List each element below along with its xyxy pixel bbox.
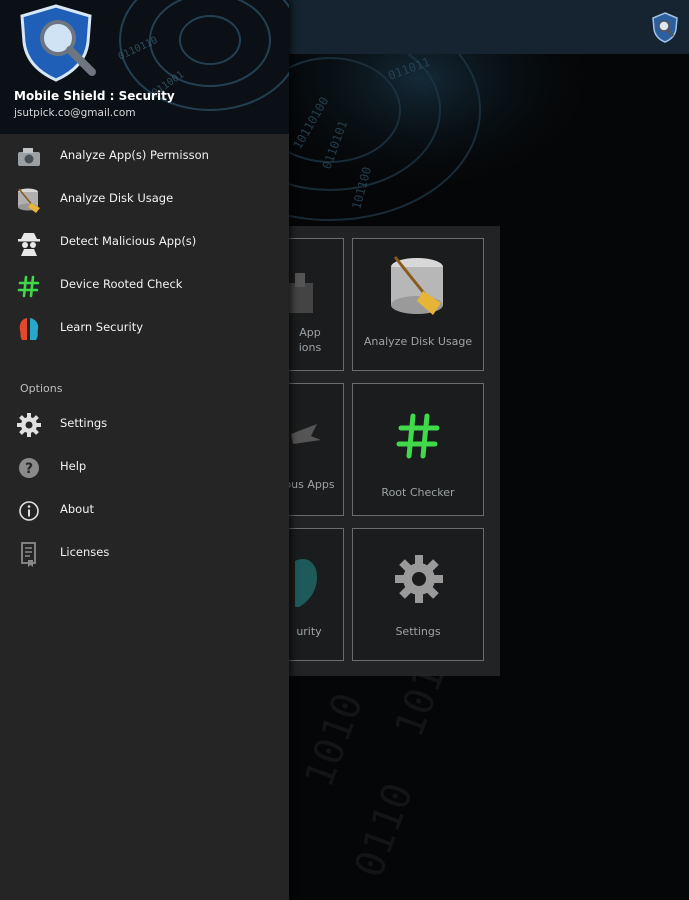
app-name: Mobile Shield : Security: [14, 89, 175, 103]
menu-item-label: Licenses: [60, 545, 110, 559]
gear-icon: [17, 413, 41, 437]
menu-item-help[interactable]: ? Help: [0, 446, 289, 489]
disk-broom-icon: [391, 256, 443, 315]
shield-logo-icon: [20, 4, 96, 82]
menu-item-analyze-permissions[interactable]: Analyze App(s) Permisson: [0, 135, 289, 178]
spy-icon: [291, 424, 321, 444]
tile-label: Root Checker: [381, 486, 455, 499]
tile-settings[interactable]: Settings: [352, 528, 484, 661]
camera-permission-icon: [18, 148, 40, 166]
menu-item-device-rooted-check[interactable]: Device Rooted Check: [0, 264, 289, 307]
navigation-drawer: 0110110 1011001 Mobile Shield : Security…: [0, 0, 289, 900]
menu-item-label: Detect Malicious App(s): [60, 234, 197, 248]
menu-item-settings[interactable]: Settings: [0, 403, 289, 446]
menu-item-label: Learn Security: [60, 320, 144, 334]
screen: 10110100 0110101 101100 011011 1010 0110…: [0, 0, 689, 900]
tile-label: Analyze Disk Usage: [363, 335, 473, 348]
menu-item-label: Device Rooted Check: [60, 277, 183, 291]
menu-item-label: About: [60, 502, 95, 516]
menu-item-licenses[interactable]: Licenses: [0, 532, 289, 575]
shield-search-icon[interactable]: [650, 11, 680, 43]
menu-item-label: Analyze Disk Usage: [60, 191, 174, 205]
gear-icon: [395, 555, 443, 603]
head-icon: [295, 558, 317, 607]
drawer-header: 0110110 1011001 Mobile Shield : Security…: [0, 0, 289, 134]
menu-item-label: Help: [60, 459, 87, 473]
menu-item-about[interactable]: About: [0, 489, 289, 532]
menu-item-label: Analyze App(s) Permisson: [60, 148, 209, 162]
spy-icon: [18, 233, 40, 256]
permissions-icon: [289, 273, 313, 313]
disk-broom-icon: [18, 188, 40, 213]
options-section-title: Options: [20, 382, 63, 395]
info-icon: [19, 501, 39, 521]
svg-text:0110110: 0110110: [117, 35, 160, 63]
tile-analyze-disk-usage[interactable]: Analyze Disk Usage: [352, 238, 484, 371]
menu-item-learn-security[interactable]: Learn Security: [0, 307, 289, 350]
tile-root-checker[interactable]: Root Checker: [352, 383, 484, 516]
head-icon: [19, 318, 39, 340]
help-icon: ?: [19, 458, 39, 478]
svg-text:?: ?: [25, 461, 33, 477]
tile-label: Settings: [395, 625, 441, 638]
user-email: jsutpick.co@gmail.com: [14, 107, 136, 119]
hash-icon: [396, 413, 440, 459]
hash-icon: [17, 275, 40, 298]
menu-item-analyze-disk-usage[interactable]: Analyze Disk Usage: [0, 178, 289, 221]
menu-item-label: Settings: [60, 416, 108, 430]
menu-item-detect-malicious-apps[interactable]: Detect Malicious App(s): [0, 221, 289, 264]
feature-grid: App ions Analyze Disk Usage ious Apps Ro…: [212, 226, 500, 676]
license-icon: [21, 542, 36, 567]
